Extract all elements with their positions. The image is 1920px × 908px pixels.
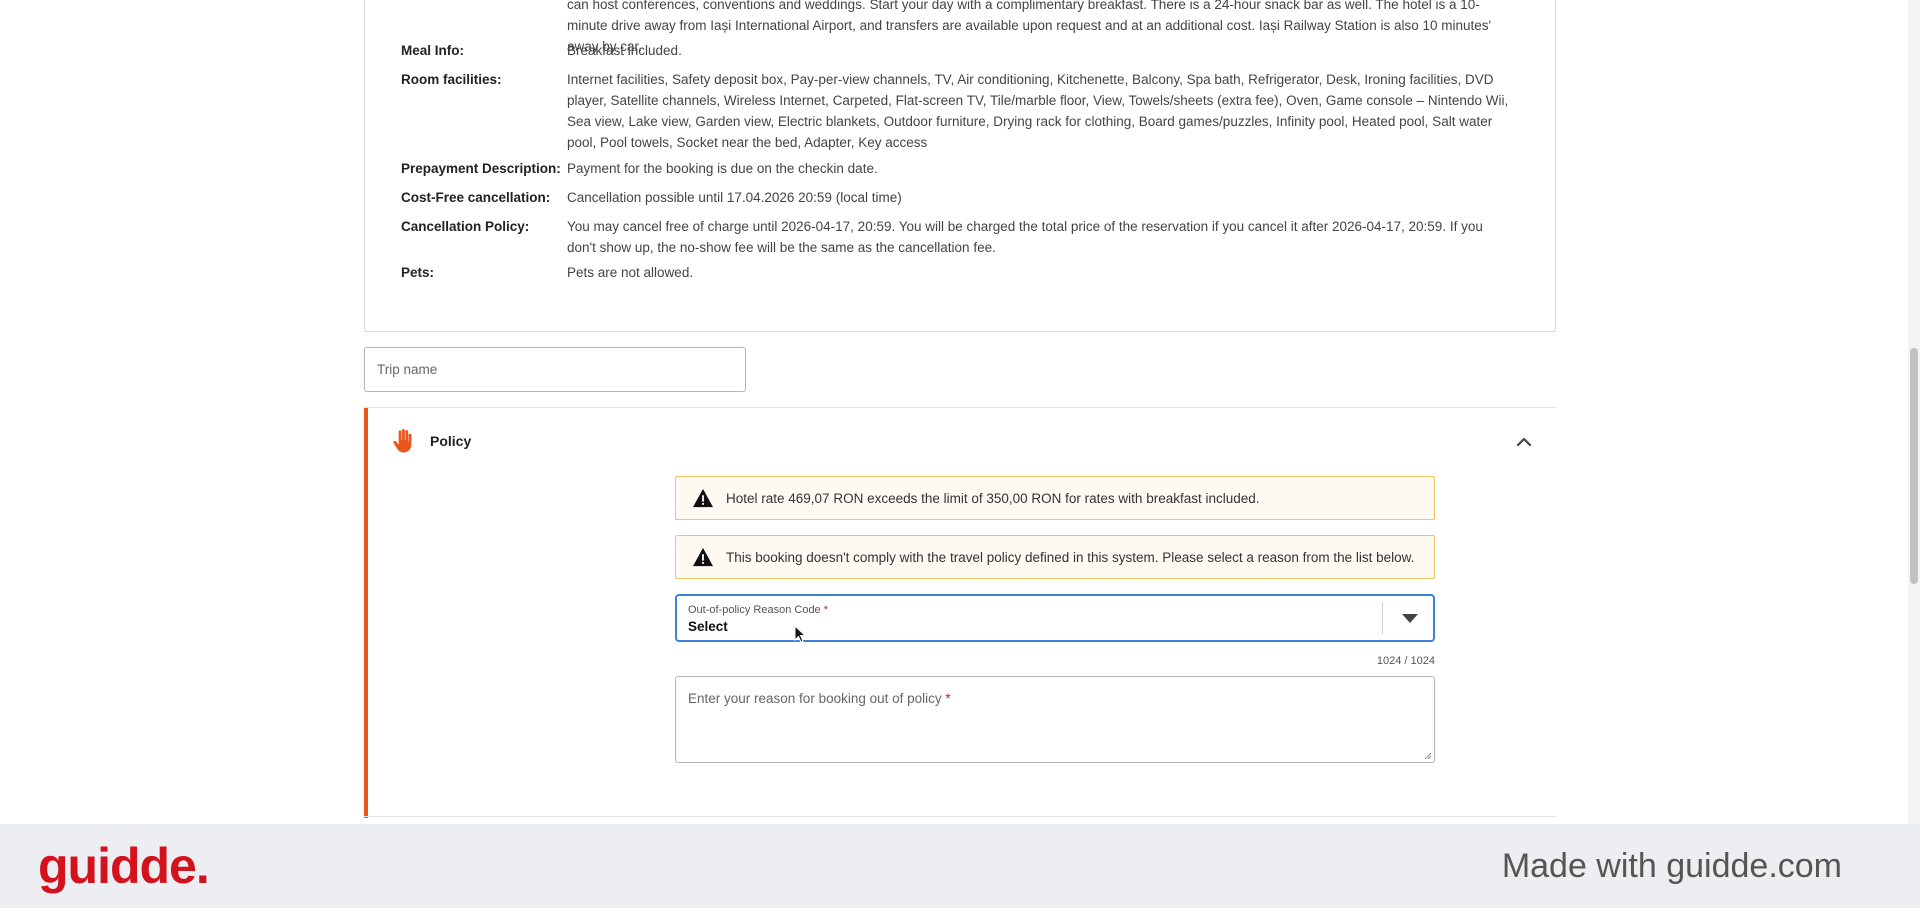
policy-title: Policy bbox=[430, 433, 472, 449]
detail-value: Pets are not allowed. bbox=[567, 265, 694, 280]
reason-code-select[interactable]: Out-of-policy Reason Code * Select bbox=[675, 594, 1435, 642]
warning-triangle-icon bbox=[693, 488, 713, 508]
detail-value: Breakfast included. bbox=[567, 43, 682, 58]
warning-triangle-icon bbox=[693, 547, 713, 567]
footer-banner: guidde. Made with guidde.com bbox=[0, 824, 1920, 908]
select-separator bbox=[1382, 602, 1383, 634]
detail-label: Pets: bbox=[401, 265, 435, 280]
policy-header: Policy bbox=[390, 420, 471, 462]
detail-label: Prepayment Description: bbox=[401, 161, 561, 176]
trip-name-input[interactable] bbox=[364, 347, 746, 392]
policy-alert-rate: Hotel rate 469,07 RON exceeds the limit … bbox=[675, 476, 1435, 520]
alert-text: This booking doesn't comply with the tra… bbox=[726, 549, 1415, 565]
detail-label: Cost-Free cancellation: bbox=[401, 190, 551, 205]
char-counter: 1024 / 1024 bbox=[1376, 655, 1435, 667]
detail-label: Room facilities: bbox=[401, 72, 502, 87]
detail-value: Internet facilities, Safety deposit box,… bbox=[567, 72, 1509, 150]
detail-value: You may cancel free of charge until 2026… bbox=[567, 219, 1483, 255]
scrollbar-track[interactable] bbox=[1908, 0, 1920, 824]
reason-code-label: Out-of-policy Reason Code * bbox=[688, 604, 829, 616]
hotel-details-card: can host conferences, conventions and we… bbox=[364, 0, 1556, 332]
hand-stop-icon bbox=[393, 428, 412, 453]
alert-text: Hotel rate 469,07 RON exceeds the limit … bbox=[726, 490, 1260, 506]
divider bbox=[364, 816, 1556, 817]
footer-credit: Made with guidde.com bbox=[1501, 846, 1842, 885]
reason-code-value: Select bbox=[688, 619, 728, 634]
policy-section: Policy Hotel rate 469,07 RON exceeds the… bbox=[364, 408, 1556, 818]
mouse-pointer-icon bbox=[794, 625, 806, 643]
chevron-up-icon[interactable] bbox=[1512, 430, 1536, 454]
detail-value: Cancellation possible until 17.04.2026 2… bbox=[567, 190, 902, 205]
out-of-policy-reason-textarea[interactable]: Enter your reason for booking out of pol… bbox=[675, 676, 1435, 763]
detail-label: Meal Info: bbox=[401, 43, 464, 58]
caret-down-icon[interactable] bbox=[1399, 608, 1421, 628]
policy-alert-noncompliance: This booking doesn't comply with the tra… bbox=[675, 535, 1435, 579]
detail-value: Payment for the booking is due on the ch… bbox=[567, 161, 878, 176]
resize-grip-icon[interactable] bbox=[1424, 752, 1432, 760]
guidde-logo: guidde. bbox=[38, 838, 210, 894]
detail-label: Cancellation Policy: bbox=[401, 219, 530, 234]
policy-accent-bar bbox=[364, 408, 368, 818]
reason-placeholder: Enter your reason for booking out of pol… bbox=[688, 691, 951, 706]
scrollbar-thumb[interactable] bbox=[1910, 348, 1918, 584]
